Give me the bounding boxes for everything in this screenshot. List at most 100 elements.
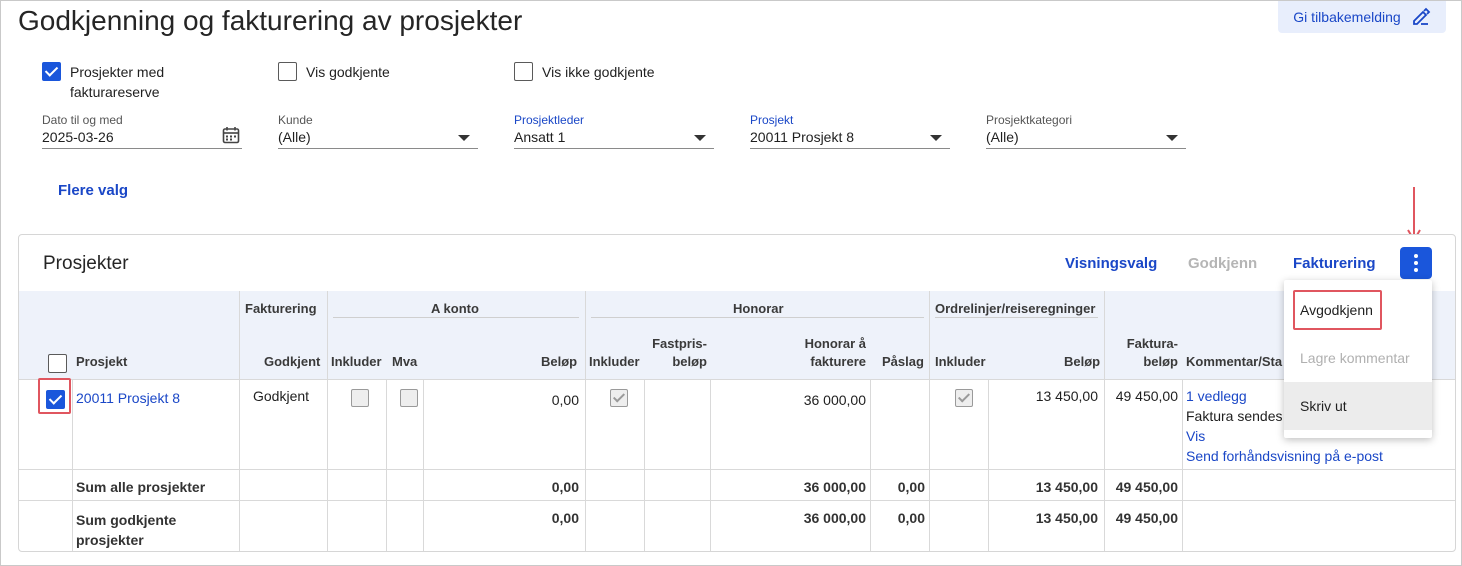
col-header-h-inkluder: Inkluder (589, 354, 640, 369)
row-status: Godkjent (253, 388, 310, 404)
col-header-godkjent: Godkjent (264, 354, 321, 369)
filter-show-approved[interactable]: Vis godkjente (278, 62, 390, 82)
approve-button[interactable]: Godkjenn (1188, 255, 1257, 272)
invoicing-button[interactable]: Fakturering (1293, 255, 1376, 272)
customer-label: Kunde (278, 113, 313, 127)
honorar-include-checkbox[interactable] (610, 389, 628, 407)
kebab-dot-icon (1414, 261, 1418, 265)
sum-approved-paslag: 0,00 (897, 510, 925, 526)
page-title: Godkjenning og fakturering av prosjekter (18, 5, 523, 36)
edit-icon (1412, 7, 1430, 25)
view-link[interactable]: Vis (1186, 428, 1205, 444)
project-manager-value: Ansatt 1 (514, 129, 566, 145)
col-header-o-inkluder: Inkluder (935, 354, 986, 369)
sum-approved-a-konto: 0,00 (551, 510, 579, 526)
sum-all-label: Sum alle prosjekter (76, 479, 206, 495)
sum-approved-label: Sum godkjente prosjekter (76, 510, 176, 550)
sum-approved-honorar: 36 000,00 (803, 510, 866, 526)
sum-all-honorar: 36 000,00 (803, 479, 866, 495)
a-konto-mva-checkbox[interactable] (400, 389, 418, 407)
sum-all-paslag: 0,00 (897, 479, 925, 495)
view-options-button[interactable]: Visningsvalg (1065, 255, 1157, 272)
project-category-label: Prosjektkategori (986, 113, 1073, 127)
customer-value: (Alle) (278, 129, 311, 145)
project-manager-label: Prosjektleder (514, 113, 585, 127)
project-link[interactable]: 20011 Prosjekt 8 (76, 390, 180, 406)
col-header-faktura: Faktura- beløp (1109, 335, 1178, 371)
panel-title: Prosjekter (43, 253, 129, 274)
col-header-prosjekt: Prosjekt (76, 354, 128, 369)
chevron-down-icon (694, 135, 706, 141)
sum-approved-ordrelinjer: 13 450,00 (1035, 510, 1098, 526)
send-preview-link[interactable]: Send forhåndsvisning på e-post (1186, 448, 1383, 464)
with-reserve-label-line1: Prosjekter med (70, 64, 165, 80)
show-unapproved-checkbox[interactable] (514, 62, 533, 81)
customer-select[interactable]: Kunde (Alle) (278, 113, 478, 149)
project-manager-select[interactable]: Prosjektleder Ansatt 1 (514, 113, 714, 149)
col-header-fastpris: Fastpris- beløp (647, 335, 707, 371)
group-header-honorar: Honorar (733, 301, 784, 316)
a-konto-amount: 0,00 (551, 392, 579, 408)
chevron-down-icon (930, 135, 942, 141)
calendar-icon[interactable] (222, 126, 240, 144)
menu-item-print[interactable]: Skriv ut (1284, 382, 1432, 430)
group-header-fakturering: Fakturering (245, 301, 317, 316)
group-header-a-konto: A konto (431, 301, 479, 316)
project-category-value: (Alle) (986, 129, 1019, 145)
date-value: 2025-03-26 (42, 129, 114, 145)
col-header-a-inkluder: Inkluder (331, 354, 382, 369)
col-header-kommentar: Kommentar/Sta (1186, 354, 1283, 369)
project-select[interactable]: Prosjekt 20011 Prosjekt 8 (750, 113, 950, 149)
show-approved-label: Vis godkjente (306, 64, 390, 80)
annotation-highlight (1293, 290, 1382, 330)
sum-all-a-konto: 0,00 (551, 479, 579, 495)
sum-approved-label-line1: Sum godkjente (76, 512, 177, 528)
annotation-highlight (38, 378, 71, 414)
more-actions-button[interactable] (1400, 247, 1432, 279)
filter-with-reserve[interactable]: Prosjekter med fakturareserve (42, 62, 164, 102)
projects-panel: Prosjekter Visningsvalg Godkjenn Fakture… (18, 234, 1456, 552)
with-reserve-label: Prosjekter med fakturareserve (70, 62, 164, 102)
col-header-a-belop: Beløp (541, 354, 578, 369)
project-category-select[interactable]: Prosjektkategori (Alle) (986, 113, 1186, 149)
col-header-o-belop: Beløp (1064, 354, 1101, 369)
attachment-link[interactable]: 1 vedlegg (1186, 388, 1247, 404)
date-label: Dato til og med (42, 113, 123, 127)
kebab-dot-icon (1414, 254, 1418, 258)
col-header-honorar: Honorar å fakturere (779, 335, 866, 371)
feedback-button[interactable]: Gi tilbakemelding (1278, 1, 1446, 33)
with-reserve-checkbox[interactable] (42, 62, 61, 81)
col-header-faktura-line2: beløp (1143, 354, 1178, 369)
chevron-down-icon (1166, 135, 1178, 141)
show-unapproved-label: Vis ikke godkjente (542, 64, 655, 80)
col-header-fastpris-line2: beløp (672, 354, 707, 369)
col-header-faktura-line1: Faktura- (1126, 336, 1178, 351)
ordrelinjer-include-checkbox[interactable] (955, 389, 973, 407)
col-header-honorar-line1: Honorar å (804, 336, 866, 351)
honorar-amount: 36 000,00 (803, 392, 866, 408)
with-reserve-label-line2: fakturareserve (70, 84, 160, 100)
a-konto-include-checkbox[interactable] (351, 389, 369, 407)
feedback-label: Gi tilbakemelding (1293, 9, 1401, 25)
sum-all-ordrelinjer: 13 450,00 (1035, 479, 1098, 495)
col-header-h-paslag: Påslag (882, 354, 924, 369)
col-header-a-mva: Mva (392, 354, 418, 369)
invoice-amount: 49 450,00 (1115, 388, 1178, 404)
sum-approved-label-line2: prosjekter (76, 532, 144, 548)
kebab-dot-icon (1414, 268, 1418, 272)
sum-all-invoice: 49 450,00 (1115, 479, 1178, 495)
group-header-ordrelinjer: Ordrelinjer/reiseregninger (935, 301, 1096, 316)
filter-show-unapproved[interactable]: Vis ikke godkjente (514, 62, 655, 82)
col-header-fastpris-line1: Fastpris- (652, 336, 707, 351)
date-field[interactable]: Dato til og med 2025-03-26 (42, 113, 242, 149)
more-options-link[interactable]: Flere valg (58, 182, 128, 199)
project-value: 20011 Prosjekt 8 (750, 129, 855, 145)
select-all-checkbox[interactable] (48, 354, 67, 373)
ordrelinjer-amount: 13 450,00 (1035, 388, 1098, 404)
menu-item-save-comment[interactable]: Lagre kommentar (1284, 334, 1432, 382)
chevron-down-icon (458, 135, 470, 141)
col-header-honorar-line2: fakturere (810, 354, 866, 369)
project-label: Prosjekt (750, 113, 794, 127)
show-approved-checkbox[interactable] (278, 62, 297, 81)
comment-text: Faktura sendes (1186, 408, 1283, 424)
